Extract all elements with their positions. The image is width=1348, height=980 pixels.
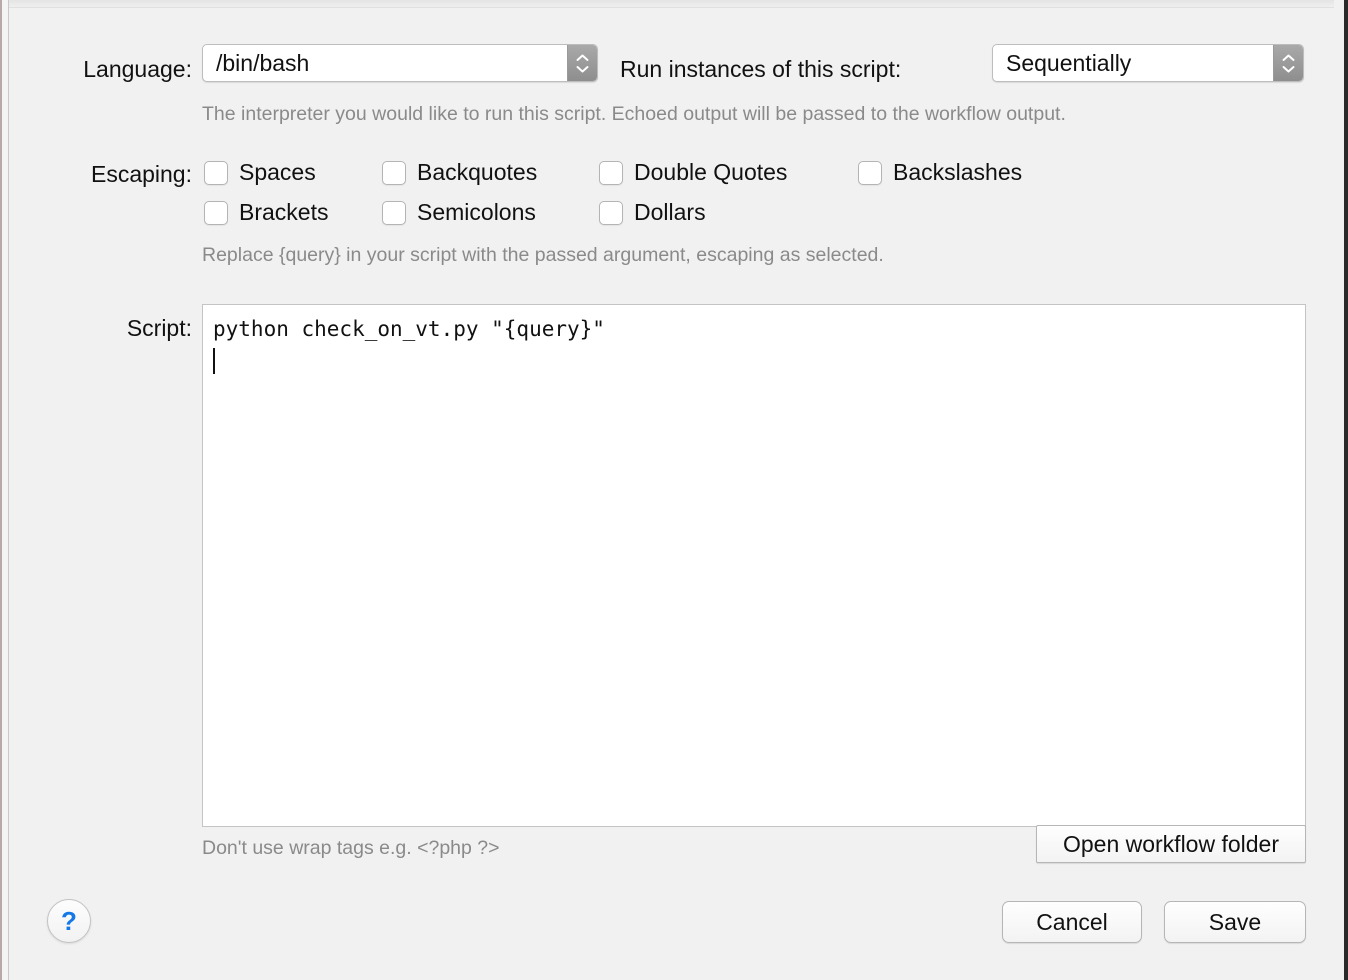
open-workflow-folder-button[interactable]: Open workflow folder [1036,825,1306,863]
chevron-up-down-icon[interactable] [567,45,597,81]
cancel-button[interactable]: Cancel [1002,901,1142,943]
language-label: Language: [83,56,192,82]
script-textarea-line-1: python check_on_vt.py "{query}" [213,317,605,341]
checkbox-box-spaces[interactable] [204,160,228,185]
script-label: Script: [126,315,192,341]
checkbox-label-backslashes: Backslashes [893,159,1023,185]
chevron-down-icon [1282,65,1295,72]
checkbox-brackets[interactable]: Brackets [204,199,328,226]
script-textarea-content: python check_on_vt.py "{query}" [213,313,605,379]
checkbox-label-semicolons: Semicolons [417,199,536,225]
checkbox-label-double-quotes: Double Quotes [634,159,788,185]
checkbox-box-semicolons[interactable] [382,200,406,225]
checkbox-backslashes[interactable]: Backslashes [858,159,1022,186]
script-textarea[interactable]: python check_on_vt.py "{query}" [202,304,1306,827]
checkbox-double-quotes[interactable]: Double Quotes [599,159,787,186]
save-button[interactable]: Save [1164,901,1306,943]
script-filter-dialog-window: Language: /bin/bash Run instances of thi… [0,0,1348,980]
checkbox-label-dollars: Dollars [634,199,706,225]
checkbox-dollars[interactable]: Dollars [599,199,706,226]
run-instances-popup-value: Sequentially [1006,49,1132,76]
chevron-down-icon [576,65,589,72]
escaping-label: Escaping: [90,161,192,187]
checkbox-label-spaces: Spaces [239,159,316,185]
help-button-label: ? [61,905,77,936]
language-popup-button[interactable]: /bin/bash [202,44,598,82]
escaping-hint-text: Replace {query} in your script with the … [202,244,884,266]
language-hint-text: The interpreter you would like to run th… [202,103,1066,125]
chevron-up-icon [1282,54,1295,61]
dialog-content: Language: /bin/bash Run instances of thi… [10,8,1344,980]
window-right-border [1344,0,1348,980]
text-caret [213,348,215,374]
checkbox-backquotes[interactable]: Backquotes [382,159,537,186]
checkbox-spaces[interactable]: Spaces [204,159,316,186]
checkbox-box-backslashes[interactable] [858,160,882,185]
checkbox-label-brackets: Brackets [239,199,329,225]
checkbox-box-dollars[interactable] [599,200,623,225]
chevron-up-down-icon[interactable] [1273,45,1303,81]
window-left-border [0,0,2,980]
window-top-edge [0,0,1348,8]
chevron-up-icon [576,54,589,61]
checkbox-label-backquotes: Backquotes [417,159,538,185]
checkbox-box-brackets[interactable] [204,200,228,225]
script-hint-text: Don't use wrap tags e.g. <?php ?> [202,837,500,859]
help-button[interactable]: ? [47,899,91,943]
checkbox-box-backquotes[interactable] [382,160,406,185]
checkbox-box-double-quotes[interactable] [599,160,623,185]
language-popup-value: /bin/bash [216,49,310,76]
checkbox-semicolons[interactable]: Semicolons [382,199,536,226]
run-instances-popup-button[interactable]: Sequentially [992,44,1304,82]
run-instances-label: Run instances of this script: [620,56,902,82]
